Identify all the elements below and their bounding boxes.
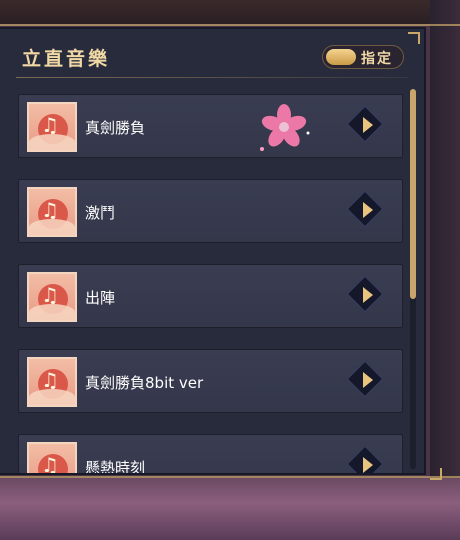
music-note-sun-icon: ♫ [27,187,77,237]
music-note-sun-icon: ♫ [27,102,77,152]
track-row[interactable]: ♫ 激鬥 [18,179,403,243]
corner-ornament [408,32,420,44]
divider-bottom [0,476,460,478]
background-bottom [0,478,460,540]
track-row[interactable]: ♫ 真劍勝負8bit ver [18,349,403,413]
play-triangle-icon [363,117,373,133]
toggle-label: 指定 [361,51,393,67]
divider-top [0,24,460,26]
toggle-knob [326,49,356,65]
track-title: 真劍勝負 [85,119,146,137]
track-title: 懸熱時刻 [85,459,146,475]
music-note-sun-icon: ♫ [27,272,77,322]
sakura-blossom-icon [260,104,310,151]
background-right [430,0,460,540]
track-title: 出陣 [85,289,116,307]
music-note-sun-icon: ♫ [27,442,77,473]
track-title: 激鬥 [85,204,116,222]
play-triangle-icon [363,202,373,218]
scrollbar[interactable] [410,89,416,469]
background-top [0,0,460,24]
track-row[interactable]: ♫ 出陣 [18,264,403,328]
play-triangle-icon [363,372,373,388]
corner-ornament [430,468,442,480]
play-triangle-icon [363,457,373,473]
play-triangle-icon [363,287,373,303]
track-row[interactable]: ♫ 懸熱時刻 [18,434,403,475]
panel-title: 立直音樂 [22,48,111,70]
title-underline [16,77,408,78]
track-row[interactable]: ♫ 真劍勝負 [18,94,403,158]
track-title: 真劍勝負8bit ver [85,374,204,392]
assign-toggle[interactable]: 指定 [322,45,404,69]
scrollbar-thumb[interactable] [410,89,416,299]
riichi-music-panel: 立直音樂 指定 ♫ 真劍勝負 ♫ 激鬥 ♫ 出陣 ♫ 真劍勝負8bit ver [0,27,426,475]
music-note-sun-icon: ♫ [27,357,77,407]
